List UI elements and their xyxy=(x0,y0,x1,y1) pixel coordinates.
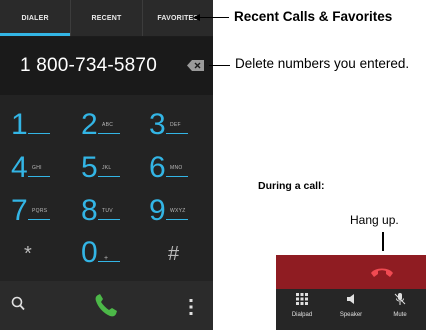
search-icon[interactable] xyxy=(9,293,29,315)
key-underline xyxy=(98,176,120,178)
key-digit: 4 xyxy=(11,151,28,184)
dialpad-label: Dialpad xyxy=(291,312,313,318)
number-display: 1 800-734-5870 xyxy=(0,37,213,95)
key-symbol: # xyxy=(168,243,180,265)
overflow-menu-icon[interactable] xyxy=(186,298,196,316)
key-underline xyxy=(28,176,50,178)
key-6[interactable]: 6 MNO xyxy=(142,148,206,190)
key-underline xyxy=(166,133,188,135)
call-controls: Dialpad Speaker Mute xyxy=(276,289,426,330)
callout-arrowhead xyxy=(193,14,200,21)
tab-dialer[interactable]: DIALER xyxy=(0,0,71,36)
key-letters: TUV xyxy=(102,208,113,214)
tab-bar: DIALER RECENT FAVORITES xyxy=(0,0,213,36)
mute-label: Mute xyxy=(393,312,407,318)
mute-button[interactable]: Mute xyxy=(380,289,420,330)
tab-favorites[interactable]: FAVORITES xyxy=(141,0,213,36)
speaker-label: Speaker xyxy=(339,312,363,318)
key-5[interactable]: 5 JKL xyxy=(74,148,138,190)
key-digit: 8 xyxy=(81,194,98,227)
key-underline xyxy=(166,176,188,178)
key-underline xyxy=(98,219,120,221)
speaker-button[interactable]: Speaker xyxy=(331,289,371,330)
key-symbol: * xyxy=(24,243,32,265)
key-letters: MNO xyxy=(170,165,183,171)
hang-up-leader xyxy=(382,232,384,251)
hang-up-label: Hang up. xyxy=(350,213,399,227)
key-letters: PQRS xyxy=(32,208,48,214)
key-digit: 0 xyxy=(81,236,98,269)
callout-leader xyxy=(196,17,229,18)
dialed-number: 1 800-734-5870 xyxy=(20,55,157,76)
callout-delete: Delete numbers you entered. xyxy=(235,56,410,71)
key-star[interactable]: * xyxy=(4,237,68,279)
key-digit: 9 xyxy=(149,194,166,227)
key-4[interactable]: 4 GHI xyxy=(4,148,68,190)
phone-icon[interactable] xyxy=(91,292,121,320)
speaker-icon xyxy=(347,294,354,304)
key-digit: 6 xyxy=(149,151,166,184)
backspace-icon[interactable] xyxy=(187,60,204,71)
callout-leader xyxy=(209,65,230,66)
key-7[interactable]: 7 PQRS xyxy=(4,191,68,233)
mute-icon xyxy=(394,293,406,305)
key-digit: 7 xyxy=(11,194,28,227)
key-hash[interactable]: # xyxy=(148,237,212,279)
key-digit: 2 xyxy=(81,108,98,141)
key-letters: JKL xyxy=(102,165,112,171)
key-underline xyxy=(28,219,50,221)
key-digit: 5 xyxy=(81,151,98,184)
dialer-screen: DIALER RECENT FAVORITES 1 800-734-5870 1… xyxy=(0,0,213,330)
dialpad-button[interactable]: Dialpad xyxy=(282,289,322,330)
tab-recent[interactable]: RECENT xyxy=(70,0,141,36)
key-underline xyxy=(166,219,188,221)
in-call-title: During a call: xyxy=(258,180,325,192)
key-letters: + xyxy=(104,255,109,262)
key-underline xyxy=(28,133,50,135)
key-3[interactable]: 3 DEF xyxy=(142,105,206,147)
key-letters: DEF xyxy=(170,122,181,128)
key-digit: 3 xyxy=(149,108,166,141)
end-call-icon[interactable] xyxy=(369,259,395,283)
dialpad-icon xyxy=(296,293,308,305)
callout-recent-favorites: Recent Calls & Favorites xyxy=(234,9,393,24)
key-8[interactable]: 8 TUV xyxy=(74,191,138,233)
key-1[interactable]: 1 xyxy=(4,105,68,147)
dialer-action-bar xyxy=(0,281,213,330)
key-digit: 1 xyxy=(11,108,28,141)
key-underline xyxy=(98,261,120,263)
key-letters: GHI xyxy=(32,165,42,171)
key-letters: ABC xyxy=(102,122,114,128)
key-0[interactable]: 0 + xyxy=(74,237,138,279)
key-2[interactable]: 2 ABC xyxy=(74,105,138,147)
key-underline xyxy=(98,133,120,135)
keypad: 1 2 ABC 3 DEF 4 GHI 5 JKL 6 MNO 7 PQRS 8… xyxy=(0,95,213,281)
key-9[interactable]: 9 WXYZ xyxy=(142,191,206,233)
key-letters: WXYZ xyxy=(170,208,186,214)
